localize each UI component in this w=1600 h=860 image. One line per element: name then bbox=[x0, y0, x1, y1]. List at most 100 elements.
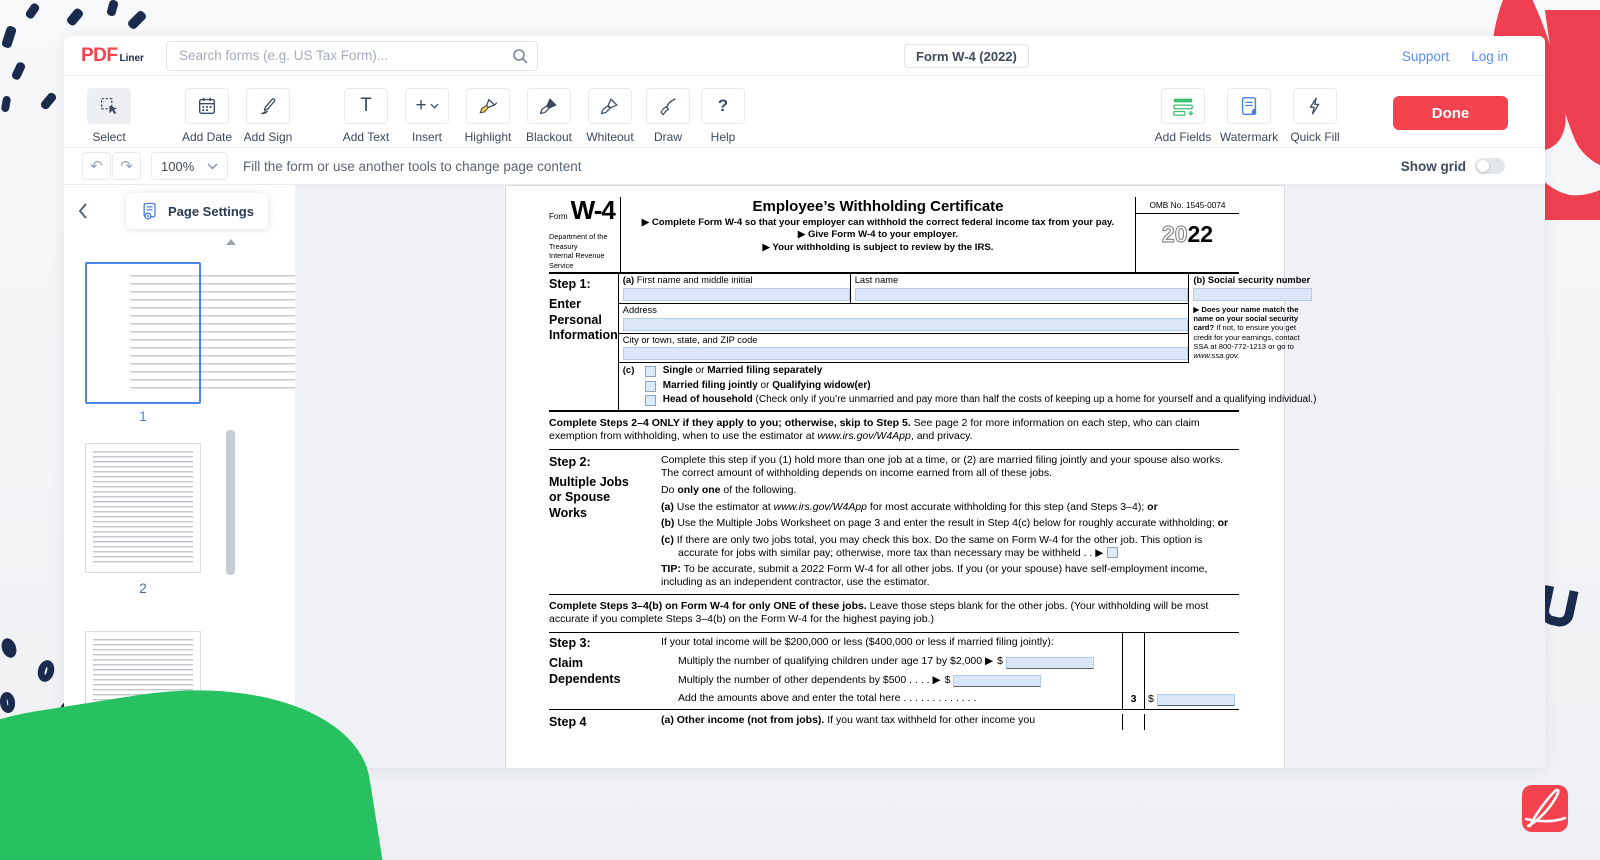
step4-text: (a) Other income (not from jobs). If you… bbox=[661, 714, 1122, 731]
redo-icon: ↷ bbox=[120, 157, 133, 175]
logo-pdf-text: PDF bbox=[81, 45, 118, 67]
ink-dash-decoration bbox=[1, 95, 12, 112]
ink-dash-decoration bbox=[1, 25, 17, 49]
pdfliner-app-window: PDF Liner Form W-4 (2022) Support Log in bbox=[64, 36, 1545, 768]
form-title: Employee’s Withholding Certificate bbox=[627, 198, 1129, 217]
page-thumbnail-1[interactable] bbox=[85, 262, 201, 404]
ink-dash-decoration bbox=[11, 61, 27, 81]
header-links: Support Log in bbox=[1402, 36, 1508, 76]
thumbnail-preview bbox=[93, 451, 193, 565]
step2-body: Complete this step if you (1) hold more … bbox=[661, 454, 1239, 589]
whiteout-brush-icon bbox=[599, 95, 621, 117]
step2-tip: TIP: To be accurate, submit a 2022 Form … bbox=[661, 563, 1239, 589]
year-bold: 22 bbox=[1188, 221, 1214, 247]
field-a-tag: (a) bbox=[623, 275, 634, 285]
login-link[interactable]: Log in bbox=[1471, 49, 1508, 64]
tool-add-fields[interactable]: Add Fields bbox=[1157, 88, 1209, 144]
tool-label: Add Fields bbox=[1155, 130, 1212, 144]
app-header: PDF Liner Form W-4 (2022) Support Log in bbox=[64, 36, 1545, 76]
ssn-label: Social security number bbox=[1205, 275, 1310, 285]
head-of-household-checkbox[interactable] bbox=[645, 395, 656, 406]
last-name-field[interactable] bbox=[855, 288, 1189, 301]
page-number-2[interactable]: 2 bbox=[85, 581, 201, 596]
tool-watermark[interactable]: Watermark bbox=[1223, 88, 1275, 144]
pdfliner-logo[interactable]: PDF Liner bbox=[81, 45, 144, 67]
tool-label: Insert bbox=[412, 130, 442, 144]
logo-liner-text: Liner bbox=[120, 53, 144, 64]
form-instruction-1: ▶ Complete Form W-4 so that your employe… bbox=[627, 217, 1129, 229]
tool-label: Blackout bbox=[526, 130, 572, 144]
main-toolbar: Select Add Date bbox=[64, 76, 1545, 148]
tool-blackout[interactable]: Blackout bbox=[523, 88, 575, 144]
tool-select[interactable]: Select bbox=[83, 88, 135, 144]
step2-option-b: (b) Use the Multiple Jobs Worksheet on p… bbox=[661, 517, 1239, 530]
address-field[interactable] bbox=[623, 318, 1189, 331]
tool-label: Draw bbox=[654, 130, 682, 144]
document-title-badge: Form W-4 (2022) bbox=[904, 44, 1029, 68]
tool-label: Whiteout bbox=[586, 130, 633, 144]
tool-add-sign[interactable]: Add Sign bbox=[242, 88, 294, 144]
question-icon: ? bbox=[718, 96, 728, 116]
married-jointly-checkbox[interactable] bbox=[645, 381, 656, 392]
step3-total-field[interactable] bbox=[1157, 694, 1235, 706]
ink-dash-decoration bbox=[106, 0, 119, 17]
undo-button[interactable]: ↶ bbox=[82, 152, 111, 180]
first-name-field[interactable] bbox=[623, 288, 850, 301]
sidebar-collapse-button[interactable] bbox=[78, 203, 88, 219]
redo-button[interactable]: ↷ bbox=[112, 152, 141, 180]
tool-help[interactable]: ? Help bbox=[700, 88, 746, 144]
two-jobs-checkbox[interactable] bbox=[1107, 547, 1118, 558]
search-form bbox=[166, 41, 538, 71]
pdf-logo-badge bbox=[1522, 785, 1568, 832]
ink-dash-decoration bbox=[24, 2, 41, 20]
tool-draw[interactable]: Draw bbox=[645, 88, 691, 144]
single-checkbox[interactable] bbox=[645, 366, 656, 377]
sidebar-scroll-up-arrow[interactable] bbox=[226, 239, 236, 245]
page-settings-button[interactable]: Page Settings bbox=[126, 193, 268, 229]
tool-insert[interactable]: + Insert bbox=[401, 88, 453, 144]
blackout-brush-icon bbox=[538, 95, 560, 117]
step3-label: Step 3: Claim Dependents bbox=[549, 633, 661, 709]
show-grid-toggle[interactable] bbox=[1475, 158, 1505, 174]
step3-intro: If your total income will be $200,000 or… bbox=[661, 636, 1122, 649]
tool-add-date[interactable]: Add Date bbox=[181, 88, 233, 144]
search-icon[interactable] bbox=[512, 48, 528, 64]
done-button[interactable]: Done bbox=[1393, 96, 1508, 130]
ssn-field[interactable] bbox=[1193, 288, 1312, 301]
tool-highlight[interactable]: Highlight bbox=[462, 88, 514, 144]
highlight-brush-icon bbox=[477, 95, 499, 117]
form-instruction-3: ▶ Your withholding is subject to review … bbox=[627, 242, 1129, 254]
w4-form-page: Form W-4 Department of the Treasury Inte… bbox=[505, 185, 1285, 768]
step3-total-line: Add the amounts above and enter the tota… bbox=[661, 692, 1122, 705]
qualifying-children-field[interactable] bbox=[1006, 657, 1094, 669]
tool-quick-fill[interactable]: Quick Fill bbox=[1289, 88, 1341, 144]
lightning-icon bbox=[1305, 95, 1325, 117]
tool-label: Select bbox=[92, 130, 125, 144]
page-settings-icon bbox=[140, 201, 160, 221]
page-number-1[interactable]: 1 bbox=[85, 409, 201, 424]
omb-year-block: OMB No. 1545-0074 2022 bbox=[1136, 197, 1239, 272]
step3-children-line: Multiply the number of qualifying childr… bbox=[661, 655, 1122, 668]
pdf-loop-icon bbox=[1522, 785, 1568, 832]
tool-whiteout[interactable]: Whiteout bbox=[584, 88, 636, 144]
form-word: Form bbox=[549, 212, 568, 222]
zoom-level-select[interactable]: 100% bbox=[151, 152, 228, 180]
step1-title-line: Information bbox=[549, 328, 618, 344]
support-link[interactable]: Support bbox=[1402, 49, 1449, 64]
search-input[interactable] bbox=[166, 41, 538, 71]
other-dependents-field[interactable] bbox=[953, 675, 1041, 687]
page-thumbnail-2[interactable] bbox=[85, 443, 201, 573]
city-field[interactable] bbox=[623, 347, 1189, 360]
step4-section: Step 4 (a) Other income (not from jobs).… bbox=[549, 710, 1239, 731]
tool-label: Add Text bbox=[343, 130, 389, 144]
steps-2-4-note: Complete Steps 2–4 ONLY if they apply to… bbox=[549, 412, 1239, 449]
first-name-label: First name and middle initial bbox=[634, 275, 752, 285]
chevron-down-icon bbox=[430, 103, 439, 109]
step1-section: Step 1: Enter Personal Information bbox=[549, 274, 1239, 411]
tool-add-text[interactable]: T Add Text bbox=[340, 88, 392, 144]
sidebar-scrollbar-thumb[interactable] bbox=[226, 430, 235, 575]
ink-ring-decoration bbox=[35, 658, 56, 683]
pages-sidebar: Page Settings 1 2 bbox=[64, 185, 295, 768]
filing-status-option: Head of household (Check only if you’re … bbox=[645, 394, 1317, 407]
text-icon: T bbox=[360, 95, 372, 117]
